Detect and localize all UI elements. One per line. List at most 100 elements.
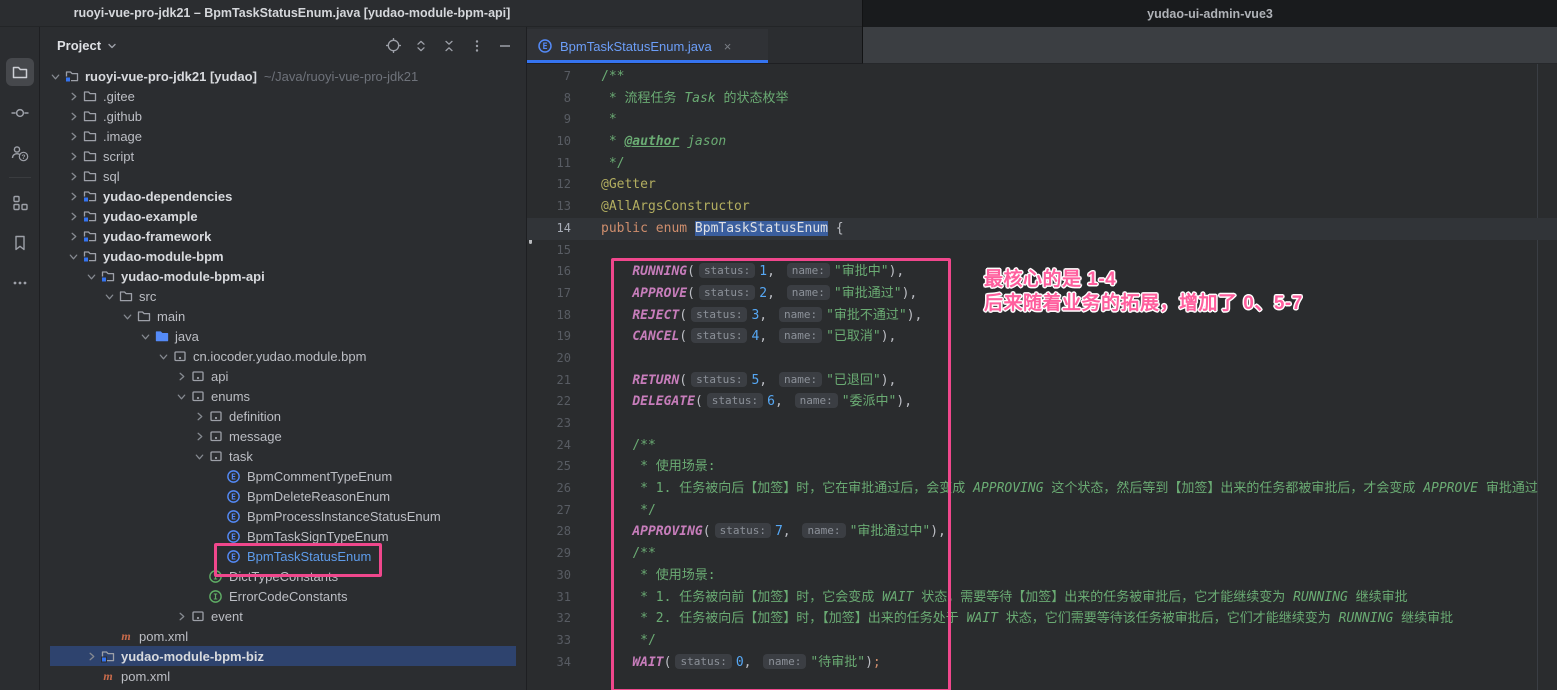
tree-item[interactable]: main — [40, 306, 526, 326]
chevron-down-icon[interactable] — [106, 40, 118, 52]
tree-item[interactable]: task — [40, 446, 526, 466]
chevron-right-icon[interactable] — [66, 109, 81, 124]
tree-item[interactable]: yudao-module-bpm-api — [40, 266, 526, 286]
chevron-right-icon[interactable] — [66, 89, 81, 104]
svg-text:E: E — [231, 552, 236, 561]
tab-bpm-task-status-enum[interactable]: E BpmTaskStatusEnum.java × — [527, 29, 768, 63]
tree-item[interactable]: yudao-framework — [40, 226, 526, 246]
kebab-menu-icon[interactable] — [468, 37, 486, 55]
code-line[interactable]: 26 * 1. 任务被向后【加签】时，它在审批通过后，会变成 APPROVING… — [527, 478, 1557, 500]
code-line[interactable]: 22 DELEGATE(status:6, name:"委派中"), — [527, 391, 1557, 413]
code-line[interactable]: 8 * 流程任务 Task 的状态枚举 — [527, 88, 1557, 110]
tree-item[interactable]: script — [40, 146, 526, 166]
chevron-right-icon[interactable] — [66, 229, 81, 244]
tree-item[interactable]: EBpmCommentTypeEnum — [40, 466, 526, 486]
tree-item[interactable]: IErrorCodeConstants — [40, 586, 526, 606]
chevron-down-icon[interactable] — [84, 269, 99, 284]
tree-item[interactable]: sql — [40, 166, 526, 186]
code-line[interactable]: 17 APPROVE(status:2, name:"审批通过"), — [527, 283, 1557, 305]
code-line[interactable]: 28 APPROVING(status:7, name:"审批通过中"), — [527, 521, 1557, 543]
code-line[interactable]: 29 /** — [527, 543, 1557, 565]
chevron-right-icon[interactable] — [174, 609, 189, 624]
pull-requests-icon[interactable]: ? — [6, 139, 34, 167]
chevron-right-icon[interactable] — [66, 209, 81, 224]
code-line[interactable]: 30 * 使用场景: — [527, 565, 1557, 587]
tree-item[interactable]: .image — [40, 126, 526, 146]
code-line[interactable]: 34 WAIT(status:0, name:"待审批"); — [527, 652, 1557, 674]
close-icon[interactable]: × — [724, 39, 732, 54]
tree-item-label: enums — [211, 389, 250, 404]
expand-all-icon[interactable] — [412, 37, 430, 55]
bookmarks-icon[interactable] — [6, 229, 34, 257]
package-icon — [171, 348, 188, 364]
code-line[interactable]: 16 RUNNING(status:1, name:"审批中"), — [527, 261, 1557, 283]
tree-item[interactable]: yudao-module-bpm — [40, 246, 526, 266]
code-line[interactable]: 20 — [527, 348, 1557, 370]
tree-item[interactable]: definition — [40, 406, 526, 426]
code-line[interactable]: 32 * 2. 任务被向后【加签】时，【加签】出来的任务处于 WAIT 状态，它… — [527, 608, 1557, 630]
chevron-right-icon[interactable] — [66, 169, 81, 184]
tree-item[interactable]: yudao-module-bpm-biz — [50, 646, 516, 666]
chevron-down-icon[interactable] — [66, 249, 81, 264]
code-line[interactable]: 14public enum BpmTaskStatusEnum { — [527, 218, 1557, 240]
tree-item[interactable]: api — [40, 366, 526, 386]
tree-item[interactable]: EBpmTaskStatusEnum — [40, 546, 526, 566]
tree-item[interactable]: ruoyi-vue-pro-jdk21 [yudao]~/Java/ruoyi-… — [40, 66, 526, 86]
chevron-down-icon[interactable] — [192, 449, 207, 464]
chevron-down-icon[interactable] — [102, 289, 117, 304]
code-line[interactable]: 23 — [527, 413, 1557, 435]
chevron-right-icon[interactable] — [66, 149, 81, 164]
code-line[interactable]: 10 * @author jason — [527, 131, 1557, 153]
tree-item[interactable]: .gitee — [40, 86, 526, 106]
collapse-all-icon[interactable] — [440, 37, 458, 55]
tree-item[interactable]: event — [40, 606, 526, 626]
code-line[interactable]: 19 CANCEL(status:4, name:"已取消"), — [527, 326, 1557, 348]
tree-item[interactable]: EBpmDeleteReasonEnum — [40, 486, 526, 506]
code-line[interactable]: 31 * 1. 任务被向前【加签】时，它会变成 WAIT 状态，需要等待【加签】… — [527, 587, 1557, 609]
chevron-right-icon[interactable] — [84, 649, 99, 664]
chevron-down-icon[interactable] — [48, 69, 63, 84]
code-line[interactable]: 33 */ — [527, 630, 1557, 652]
tree-item[interactable]: message — [40, 426, 526, 446]
tree-item[interactable]: cn.iocoder.yudao.module.bpm — [40, 346, 526, 366]
code-line[interactable]: 15 — [527, 240, 1557, 262]
chevron-down-icon[interactable] — [174, 389, 189, 404]
code-line[interactable]: 27 */ — [527, 500, 1557, 522]
chevron-right-icon[interactable] — [192, 429, 207, 444]
code-editor[interactable]: 7/**8 * 流程任务 Task 的状态枚举9 *10 * @author j… — [527, 64, 1557, 690]
tree-item[interactable]: yudao-dependencies — [40, 186, 526, 206]
locate-file-icon[interactable] — [384, 37, 402, 55]
chevron-right-icon[interactable] — [192, 409, 207, 424]
chevron-right-icon[interactable] — [66, 129, 81, 144]
chevron-down-icon[interactable] — [120, 309, 135, 324]
code-line[interactable]: 25 * 使用场景: — [527, 456, 1557, 478]
code-line[interactable]: 7/** — [527, 66, 1557, 88]
code-line[interactable]: 9 * — [527, 109, 1557, 131]
code-line[interactable]: 13@AllArgsConstructor — [527, 196, 1557, 218]
code-line[interactable]: 24 /** — [527, 435, 1557, 457]
tree-item[interactable]: EBpmTaskSignTypeEnum — [40, 526, 526, 546]
tree-item[interactable]: mpom.xml — [40, 666, 526, 686]
tree-item[interactable]: EBpmProcessInstanceStatusEnum — [40, 506, 526, 526]
chevron-down-icon[interactable] — [138, 329, 153, 344]
tree-item-label: yudao-module-bpm — [103, 249, 224, 264]
chevron-right-icon[interactable] — [174, 369, 189, 384]
chevron-right-icon[interactable] — [66, 189, 81, 204]
tree-item[interactable]: yudao-example — [40, 206, 526, 226]
structure-icon[interactable] — [6, 189, 34, 217]
tree-item[interactable]: src — [40, 286, 526, 306]
code-line[interactable]: 18 REJECT(status:3, name:"审批不通过"), — [527, 305, 1557, 327]
code-line[interactable]: 11 */ — [527, 153, 1557, 175]
code-line[interactable]: 21 RETURN(status:5, name:"已退回"), — [527, 370, 1557, 392]
tree-item[interactable]: IDictTypeConstants — [40, 566, 526, 586]
tree-item[interactable]: .github — [40, 106, 526, 126]
tree-item[interactable]: enums — [40, 386, 526, 406]
code-line[interactable]: 12@Getter — [527, 174, 1557, 196]
project-folder-icon[interactable] — [6, 58, 34, 86]
more-options-icon[interactable] — [6, 269, 34, 297]
tree-item[interactable]: java — [40, 326, 526, 346]
hide-panel-icon[interactable] — [496, 37, 514, 55]
tree-item[interactable]: mpom.xml — [40, 626, 526, 646]
commit-icon[interactable] — [6, 99, 34, 127]
chevron-down-icon[interactable] — [156, 349, 171, 364]
